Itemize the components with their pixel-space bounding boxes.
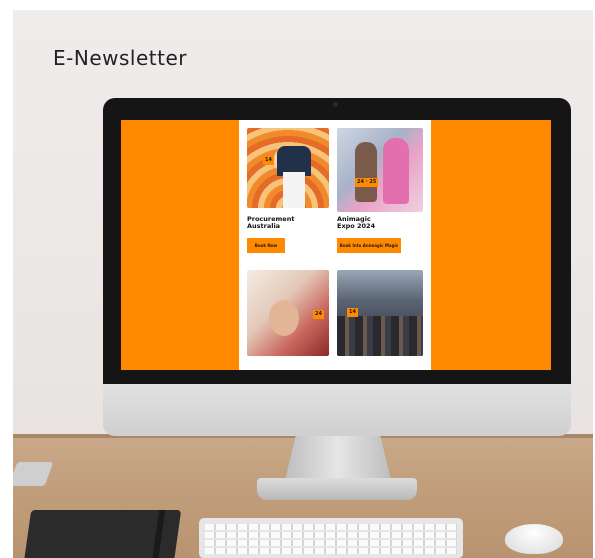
event-photo-procurement: 14: [247, 128, 329, 208]
keyboard-icon: [199, 518, 463, 558]
camera-icon: [333, 102, 338, 107]
animagic-book-button[interactable]: Book Into Animagic Magic: [337, 238, 401, 253]
event-photo-wedding: 24: [247, 270, 329, 356]
monitor-base: [257, 478, 417, 500]
keyboard-keys: [205, 524, 457, 554]
event-title-procurement: Procurement Australia: [247, 215, 295, 231]
notebook-icon: [22, 510, 182, 558]
monitor-screen: 14 24 · 25 Procurement Australia Animagi…: [121, 120, 551, 370]
monitor-chin: [103, 384, 571, 436]
event-badge: 14: [263, 156, 274, 165]
book-now-button[interactable]: Book Now: [247, 238, 285, 253]
product-scene: E-Newsletter 14 24 · 25 Procurement Aust…: [13, 10, 593, 558]
newsletter-page: 14 24 · 25 Procurement Australia Animagi…: [239, 120, 431, 370]
podium-shape: [283, 172, 305, 208]
event-title-animagic: Animagic Expo 2024: [337, 215, 376, 231]
portrait-face: [269, 300, 299, 336]
notebook-band: [150, 510, 166, 558]
cosplayer-figure: [383, 138, 409, 204]
event-badge: 24 · 25: [355, 178, 379, 187]
audience-shape: [337, 316, 423, 356]
mouse-icon: [505, 524, 563, 554]
event-badge: 14: [347, 308, 358, 317]
page-title: E-Newsletter: [53, 46, 187, 70]
cosplayer-figure: [355, 142, 377, 202]
event-badge: 24: [313, 310, 324, 319]
event-photo-conference: 14: [337, 270, 423, 356]
monitor-stand: [285, 436, 391, 480]
event-photo-animagic: 24 · 25: [337, 128, 423, 212]
